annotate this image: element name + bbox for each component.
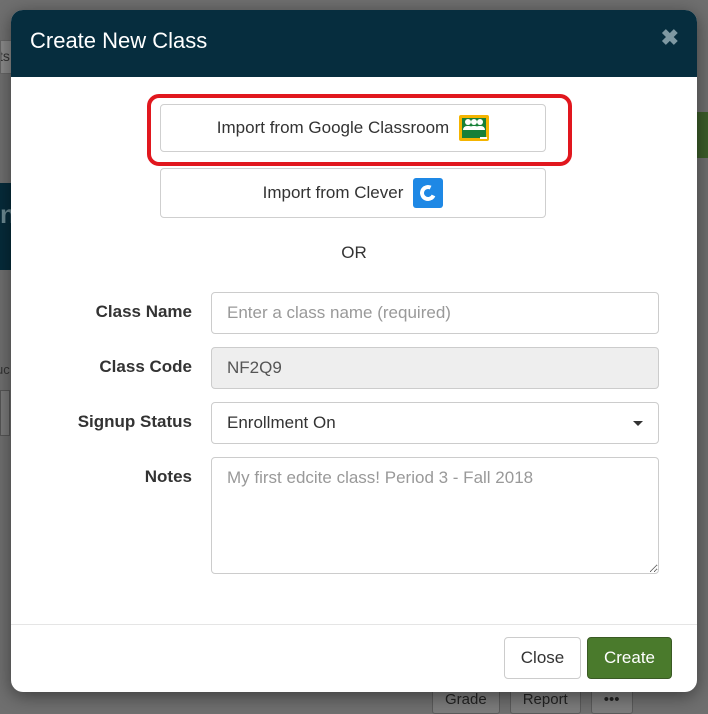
caret-down-icon xyxy=(633,420,643,426)
modal-title: Create New Class xyxy=(30,28,208,53)
signup-status-select[interactable]: Enrollment On xyxy=(211,402,659,444)
signup-status-label: Signup Status xyxy=(77,412,192,431)
clever-icon xyxy=(413,178,444,208)
notes-textarea[interactable] xyxy=(211,457,659,574)
footer-divider xyxy=(11,624,697,625)
create-button[interactable]: Create xyxy=(587,637,672,679)
or-divider: OR xyxy=(341,243,367,262)
import-google-classroom-label: Import from Google Classroom xyxy=(216,118,450,137)
close-icon[interactable]: ✖ xyxy=(661,25,679,51)
signup-status-value: Enrollment On xyxy=(227,413,336,432)
import-clever-label: Import from Clever xyxy=(262,183,404,202)
notes-label: Notes xyxy=(144,467,192,486)
google-classroom-icon xyxy=(459,115,490,141)
class-name-label: Class Name xyxy=(95,302,192,321)
class-code-field xyxy=(211,347,659,389)
class-name-input[interactable] xyxy=(211,292,659,334)
create-class-modal: Create New Class ✖ Import from Google Cl… xyxy=(11,10,697,692)
class-code-label: Class Code xyxy=(99,357,192,376)
modal-header: Create New Class ✖ xyxy=(11,10,697,77)
import-clever-button[interactable]: Import from Clever xyxy=(160,168,546,218)
import-google-classroom-button[interactable]: Import from Google Classroom xyxy=(160,104,546,152)
close-button[interactable]: Close xyxy=(504,637,581,679)
